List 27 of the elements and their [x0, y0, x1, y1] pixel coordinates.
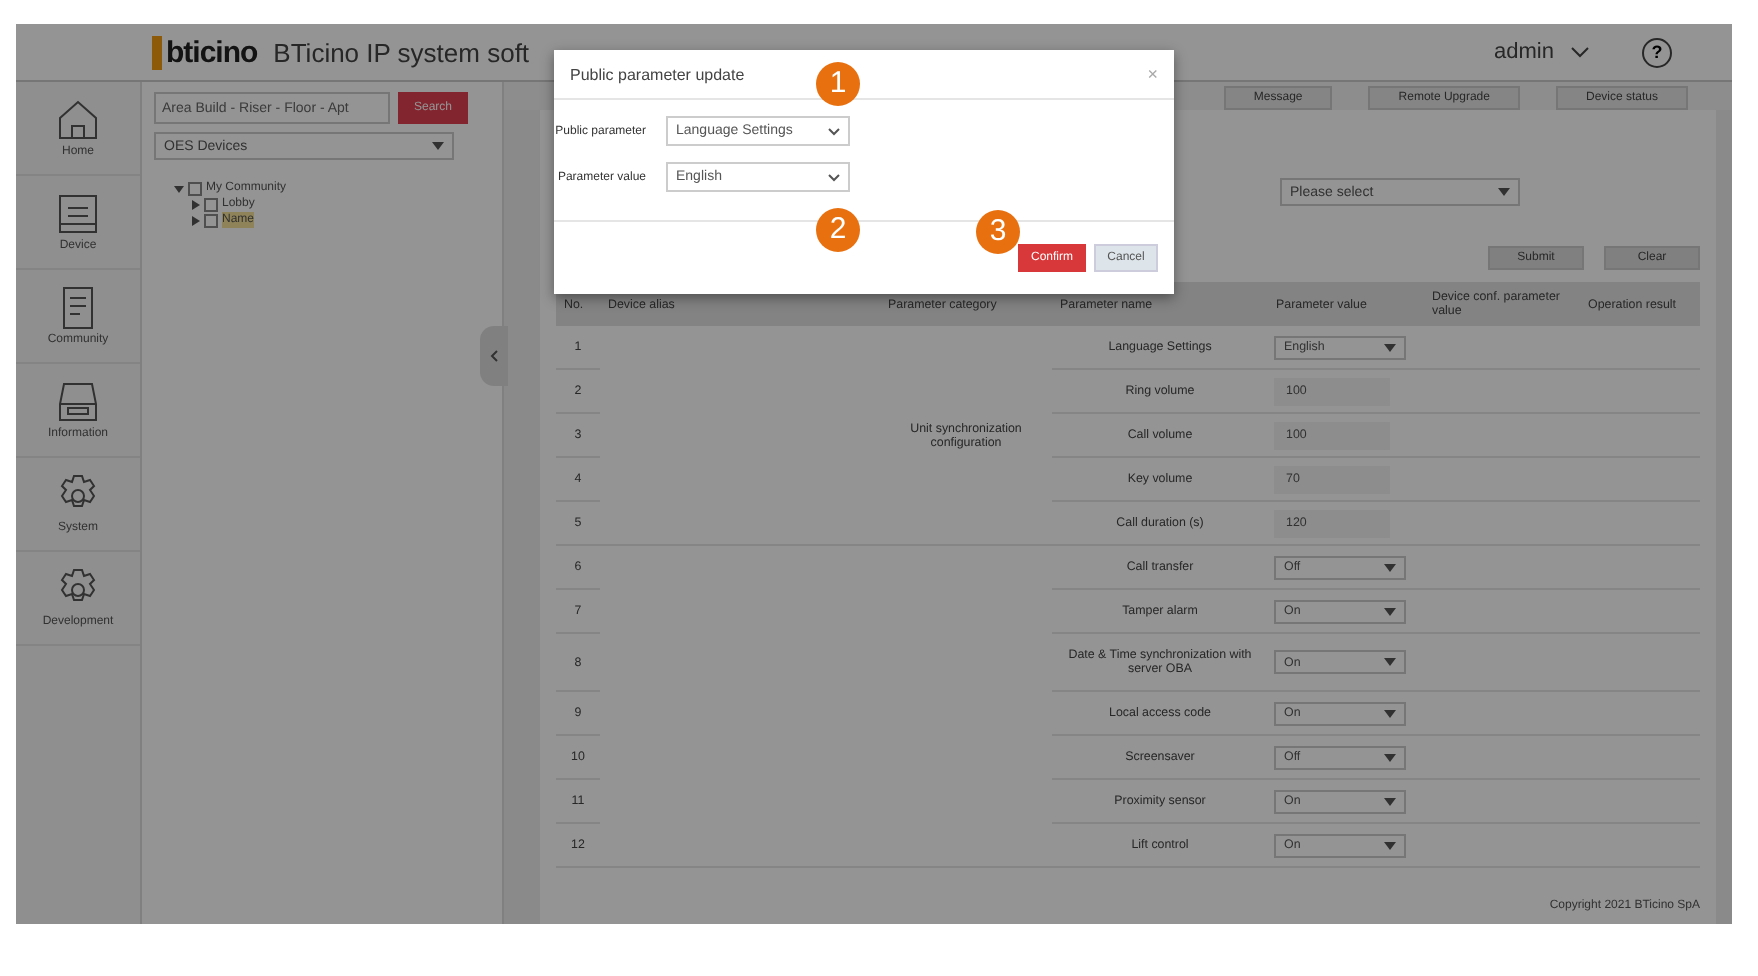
chevron-down-icon — [1570, 46, 1590, 58]
caret-icon — [1498, 188, 1510, 196]
collapse-handle[interactable] — [480, 326, 508, 386]
caret-icon — [1384, 753, 1396, 761]
logo: bticino — [152, 35, 258, 69]
caret-icon — [1384, 343, 1396, 351]
checkbox[interactable] — [188, 181, 202, 195]
caret-icon — [1384, 709, 1396, 717]
caret-icon — [1384, 607, 1396, 615]
caret-icon — [1384, 797, 1396, 805]
caret-icon — [1384, 841, 1396, 849]
checkbox[interactable] — [204, 197, 218, 211]
close-button[interactable]: × — [1147, 64, 1158, 84]
app-title: BTicino IP system soft — [273, 37, 530, 67]
caret-icon — [432, 142, 444, 150]
user-menu[interactable]: admin — [1494, 40, 1554, 64]
caret-icon — [1384, 658, 1396, 666]
dialog-title: Public parameter update — [570, 65, 745, 83]
chevron-down-icon — [828, 127, 840, 135]
caret-icon — [1384, 563, 1396, 571]
expanded-toggle-icon[interactable] — [174, 183, 184, 193]
house-icon — [56, 98, 100, 142]
monitor-icon — [56, 192, 100, 236]
chevron-down-icon — [828, 173, 840, 181]
help-button[interactable]: ? — [1642, 37, 1672, 67]
tray-icon — [56, 380, 100, 424]
checkbox[interactable] — [204, 213, 218, 227]
